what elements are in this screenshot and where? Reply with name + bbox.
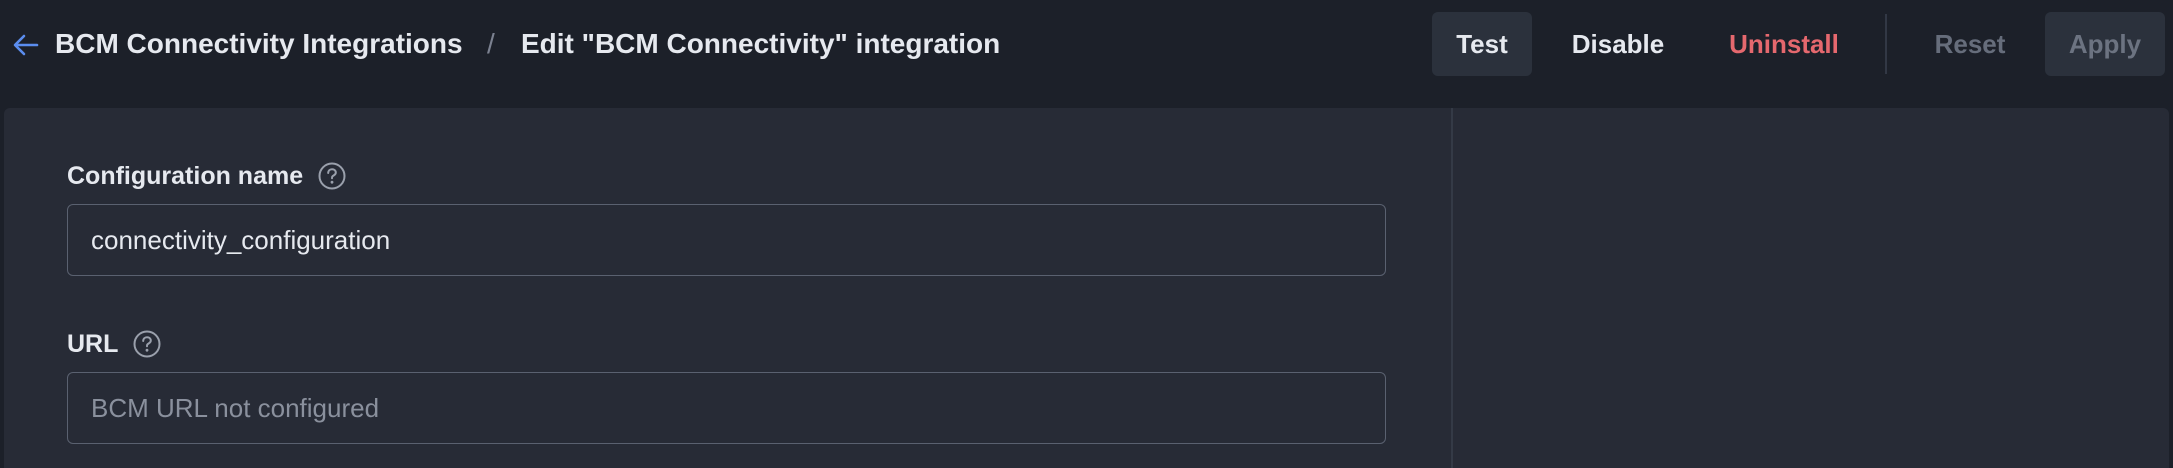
url-input[interactable]: [67, 372, 1386, 444]
config-name-label-row: Configuration name: [67, 160, 347, 192]
toolbar-divider: [1885, 14, 1887, 74]
breadcrumb-separator: /: [487, 28, 495, 59]
arrow-left-icon[interactable]: [8, 27, 44, 63]
uninstall-button[interactable]: Uninstall: [1716, 12, 1852, 76]
breadcrumb-parent-link[interactable]: BCM Connectivity Integrations: [55, 24, 463, 64]
question-circle-icon[interactable]: [317, 161, 347, 191]
reset-button[interactable]: Reset: [1920, 12, 2020, 76]
apply-button[interactable]: Apply: [2045, 12, 2165, 76]
test-button[interactable]: Test: [1432, 12, 1532, 76]
top-bar: BCM Connectivity Integrations / Edit "BC…: [0, 0, 2173, 108]
config-name-label: Configuration name: [67, 162, 304, 190]
url-label-row: URL: [67, 328, 162, 360]
url-label: URL: [67, 330, 119, 358]
question-circle-icon[interactable]: [132, 329, 162, 359]
disable-button[interactable]: Disable: [1560, 12, 1676, 76]
panel-divider: [1451, 108, 1453, 468]
config-name-input[interactable]: [67, 204, 1386, 276]
page-title: Edit "BCM Connectivity" integration: [521, 28, 1001, 59]
